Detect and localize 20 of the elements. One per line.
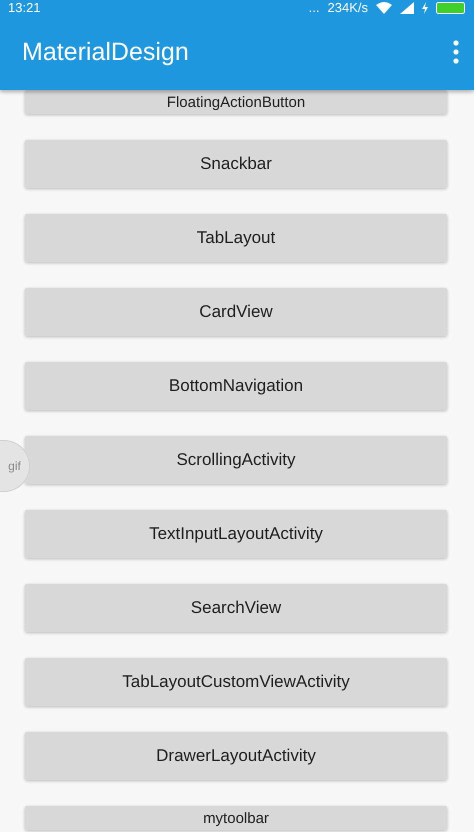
network-speed: 234K/s <box>328 1 368 14</box>
signal-icon <box>400 2 414 14</box>
demo-button[interactable]: FloatingActionButton <box>25 90 447 114</box>
app-title: MaterialDesign <box>22 38 189 66</box>
wifi-icon <box>376 2 392 14</box>
more-icon[interactable] <box>452 40 460 64</box>
demo-button[interactable]: mytoolbar <box>25 806 447 830</box>
demo-button[interactable]: TabLayout <box>25 214 447 262</box>
demo-button[interactable]: DrawerLayoutActivity <box>25 732 447 780</box>
notification-dots: ... <box>308 1 320 14</box>
demo-button[interactable]: Snackbar <box>25 140 447 188</box>
demo-button[interactable]: CardView <box>25 288 447 336</box>
status-time: 13:21 <box>8 1 41 14</box>
demo-button[interactable]: BottomNavigation <box>25 362 447 410</box>
demo-button[interactable]: TabLayoutCustomViewActivity <box>25 658 447 706</box>
charging-icon <box>422 2 428 14</box>
battery-icon <box>436 2 466 14</box>
demo-button[interactable]: TextInputLayoutActivity <box>25 510 447 558</box>
demo-button[interactable]: ScrollingActivity <box>25 436 447 484</box>
demo-button[interactable]: SearchView <box>25 584 447 632</box>
